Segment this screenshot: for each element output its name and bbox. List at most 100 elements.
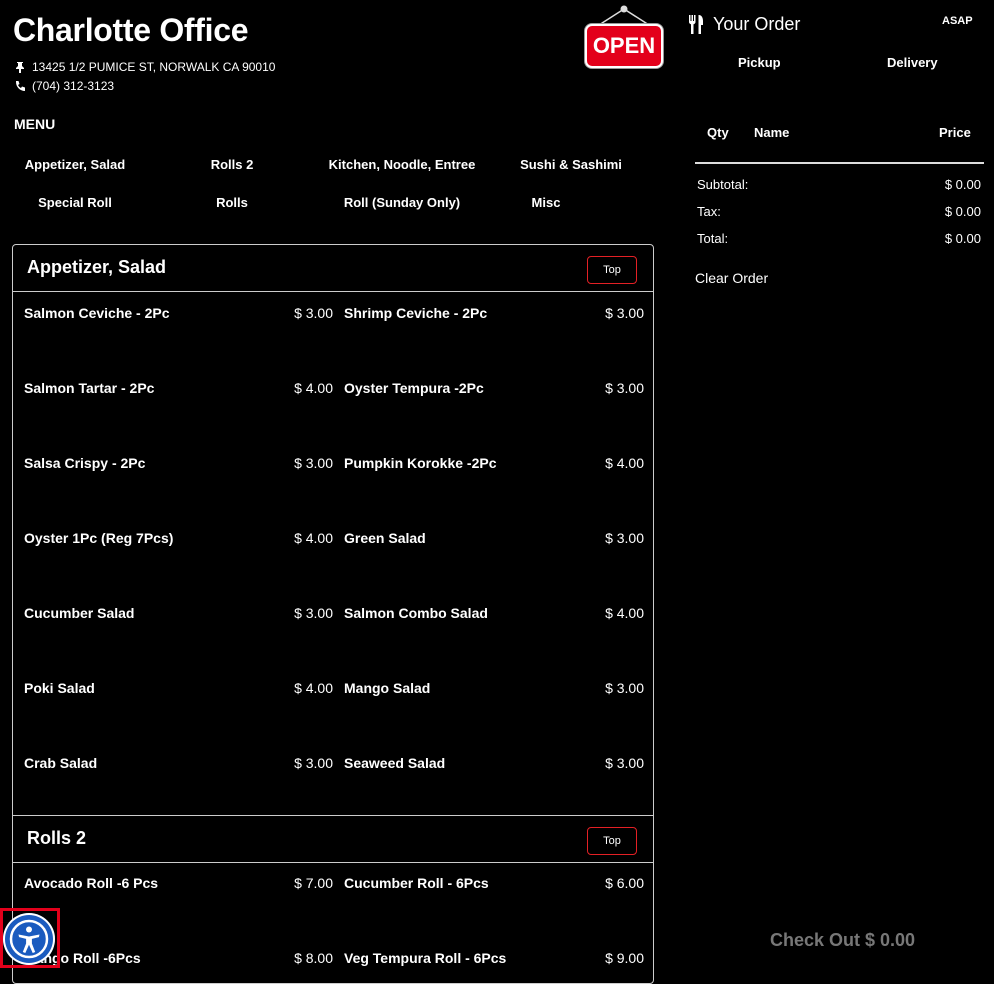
- accessibility-widget: [0, 908, 60, 968]
- subtotal-value: $ 0.00: [944, 177, 981, 192]
- item-price: $ 4.00: [294, 680, 333, 696]
- section-title: Rolls 2: [27, 828, 87, 848]
- menu-item[interactable]: Salmon Ceviche - 2Pc $ 3.00: [24, 305, 333, 375]
- category-link-sushi[interactable]: Sushi & Sashimi: [508, 157, 634, 172]
- column-price: Price: [939, 125, 971, 140]
- column-qty: Qty: [707, 125, 729, 140]
- item-price: $ 9.00: [605, 950, 644, 966]
- item-name: Cucumber Roll - 6Pcs: [344, 875, 489, 891]
- menu-item[interactable]: Oyster Tempura -2Pc $ 3.00: [344, 380, 644, 450]
- category-link-rolls-2[interactable]: Rolls 2: [196, 157, 268, 172]
- item-price: $ 8.00: [294, 950, 333, 966]
- menu-heading: MENU: [14, 116, 56, 132]
- section-header-rolls-2: Rolls 2 Top: [13, 815, 653, 863]
- item-name: Oyster Tempura -2Pc: [344, 380, 484, 396]
- menu-item[interactable]: Salsa Crispy - 2Pc $ 3.00: [24, 455, 333, 525]
- delivery-option[interactable]: Delivery: [887, 55, 938, 70]
- open-sign: OPEN: [585, 5, 663, 69]
- item-name: Crab Salad: [24, 755, 98, 771]
- top-button[interactable]: Top: [587, 827, 637, 855]
- item-price: $ 3.00: [294, 755, 333, 771]
- item-name: Mango Salad: [344, 680, 431, 696]
- item-name: Oyster 1Pc (Reg 7Pcs): [24, 530, 174, 546]
- item-name: Salsa Crispy - 2Pc: [24, 455, 146, 471]
- item-name: Poki Salad: [24, 680, 95, 696]
- category-link-roll-sunday[interactable]: Roll (Sunday Only): [320, 195, 484, 210]
- item-price: $ 3.00: [605, 530, 644, 546]
- item-price: $ 7.00: [294, 875, 333, 891]
- column-name: Name: [754, 125, 790, 140]
- item-price: $ 3.00: [605, 305, 644, 321]
- item-price: $ 4.00: [605, 455, 644, 471]
- pushpin-icon: [16, 62, 24, 73]
- total-row: Total: $ 0.00: [697, 231, 981, 246]
- item-name: Green Salad: [344, 530, 426, 546]
- order-heading: Your Order: [688, 14, 800, 35]
- item-name: Veg Tempura Roll - 6Pcs: [344, 950, 507, 966]
- total-label: Total:: [697, 231, 729, 246]
- address-text: 13425 1/2 PUMICE ST, NORWALK CA 90010: [32, 60, 276, 74]
- tax-value: $ 0.00: [944, 204, 981, 219]
- item-price: $ 4.00: [605, 605, 644, 621]
- utensils-icon: [689, 15, 703, 34]
- item-price: $ 4.00: [294, 530, 333, 546]
- phone-icon: [16, 81, 25, 91]
- checkout-button[interactable]: Check Out $ 0.00: [770, 930, 915, 951]
- accessibility-button[interactable]: [3, 913, 55, 965]
- menu-panel: Appetizer, Salad Top Salmon Ceviche - 2P…: [12, 244, 654, 984]
- top-button[interactable]: Top: [587, 256, 637, 284]
- menu-item[interactable]: Cucumber Salad $ 3.00: [24, 605, 333, 675]
- item-name: Seaweed Salad: [344, 755, 446, 771]
- menu-item[interactable]: Salmon Tartar - 2Pc $ 4.00: [24, 380, 333, 450]
- item-price: $ 3.00: [294, 605, 333, 621]
- menu-item[interactable]: Cucumber Roll - 6Pcs $ 6.00: [344, 875, 644, 945]
- item-price: $ 3.00: [605, 680, 644, 696]
- menu-item[interactable]: Pumpkin Korokke -2Pc $ 4.00: [344, 455, 644, 525]
- item-name: Salmon Combo Salad: [344, 605, 488, 621]
- phone-text: (704) 312-3123: [32, 79, 115, 93]
- item-name: Salmon Ceviche - 2Pc: [24, 305, 170, 321]
- tax-row: Tax: $ 0.00: [697, 204, 981, 219]
- item-name: Shrimp Ceviche - 2Pc: [344, 305, 488, 321]
- order-divider: [695, 162, 984, 164]
- tax-label: Tax:: [697, 204, 721, 219]
- item-name: Pumpkin Korokke -2Pc: [344, 455, 497, 471]
- menu-item[interactable]: Oyster 1Pc (Reg 7Pcs) $ 4.00: [24, 530, 333, 600]
- item-price: $ 3.00: [605, 755, 644, 771]
- menu-item[interactable]: Mango Salad $ 3.00: [344, 680, 644, 750]
- category-link-rolls[interactable]: Rolls: [200, 195, 264, 210]
- menu-item[interactable]: Mango Roll -6Pcs $ 8.00: [24, 950, 333, 983]
- open-sign-text: OPEN: [585, 24, 663, 68]
- section-title: Appetizer, Salad: [27, 257, 167, 277]
- store-phone[interactable]: (704) 312-3123: [14, 79, 114, 93]
- category-link-misc[interactable]: Misc: [514, 195, 578, 210]
- menu-item[interactable]: Veg Tempura Roll - 6Pcs $ 9.00: [344, 950, 644, 983]
- menu-item[interactable]: Avocado Roll -6 Pcs $ 7.00: [24, 875, 333, 945]
- item-price: $ 6.00: [605, 875, 644, 891]
- section-header-appetizer: Appetizer, Salad Top: [13, 245, 653, 292]
- item-price: $ 4.00: [294, 380, 333, 396]
- menu-item[interactable]: Poki Salad $ 4.00: [24, 680, 333, 750]
- clear-order-button[interactable]: Clear Order: [695, 270, 768, 286]
- item-name: Salmon Tartar - 2Pc: [24, 380, 155, 396]
- category-link-appetizer[interactable]: Appetizer, Salad: [13, 157, 137, 172]
- item-price: $ 3.00: [605, 380, 644, 396]
- category-link-kitchen[interactable]: Kitchen, Noodle, Entree: [320, 157, 484, 172]
- item-name: Cucumber Salad: [24, 605, 135, 621]
- subtotal-label: Subtotal:: [697, 177, 749, 192]
- menu-item[interactable]: Shrimp Ceviche - 2Pc $ 3.00: [344, 305, 644, 375]
- item-name: Avocado Roll -6 Pcs: [24, 875, 159, 891]
- store-name: Charlotte Office: [13, 12, 249, 48]
- subtotal-row: Subtotal: $ 0.00: [697, 177, 981, 192]
- store-address: 13425 1/2 PUMICE ST, NORWALK CA 90010: [14, 60, 275, 74]
- asap-label[interactable]: ASAP: [942, 15, 973, 27]
- item-price: $ 3.00: [294, 305, 333, 321]
- accessibility-icon: [9, 919, 49, 959]
- item-price: $ 3.00: [294, 455, 333, 471]
- pickup-option[interactable]: Pickup: [738, 55, 781, 70]
- menu-item[interactable]: Salmon Combo Salad $ 4.00: [344, 605, 644, 675]
- menu-item[interactable]: Green Salad $ 3.00: [344, 530, 644, 600]
- order-title: Your Order: [713, 14, 801, 34]
- total-value: $ 0.00: [944, 231, 981, 246]
- category-link-special-roll[interactable]: Special Roll: [24, 195, 126, 210]
